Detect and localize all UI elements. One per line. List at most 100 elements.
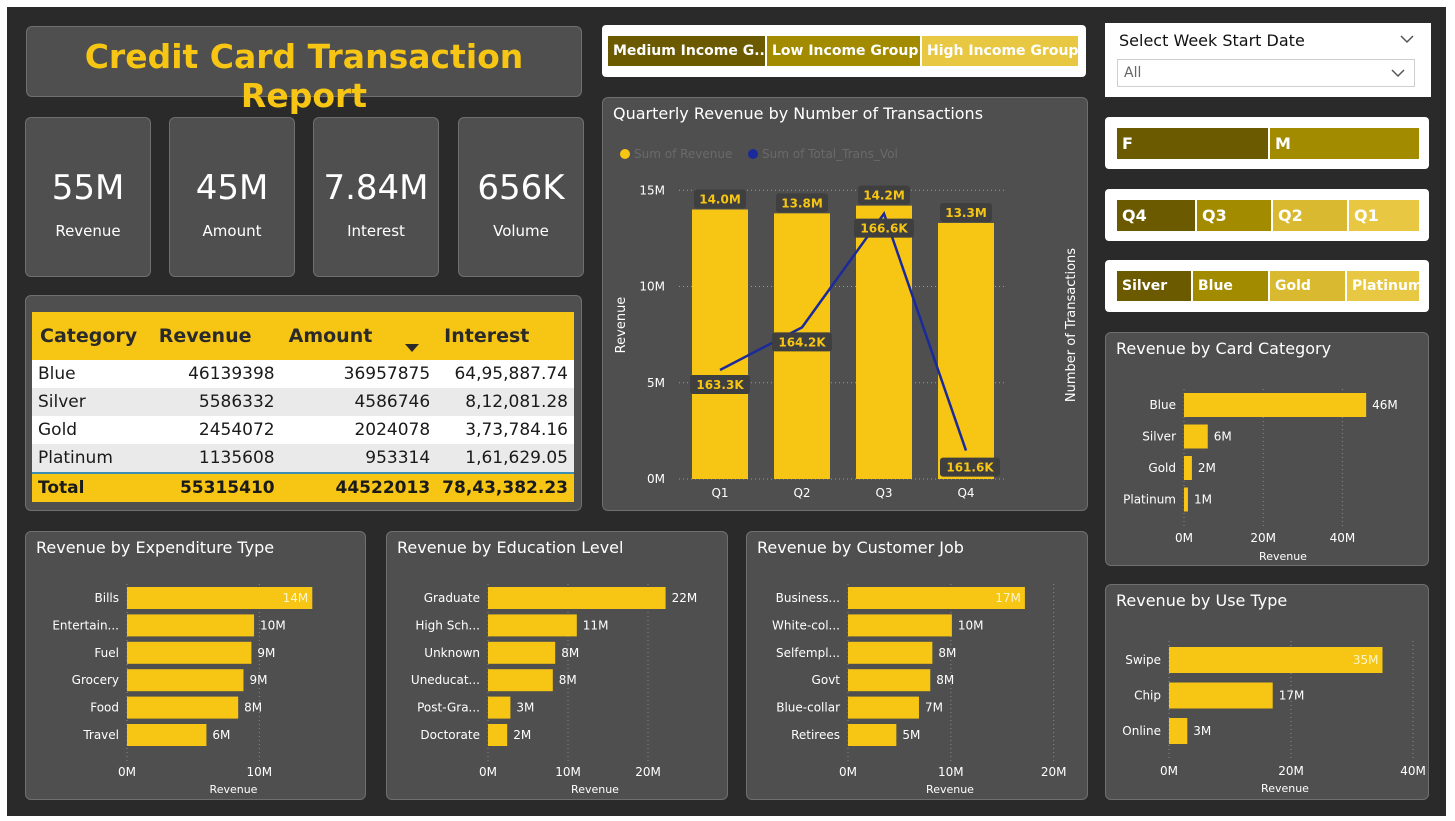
column-header[interactable]: Interest	[436, 312, 574, 360]
table-cell: 5586332	[150, 388, 281, 416]
bar	[848, 669, 931, 692]
quarterly-chart-card: Quarterly Revenue by Number of Transacti…	[602, 97, 1088, 511]
kpi-label: Revenue	[55, 222, 121, 240]
x-tick-label: 0M	[118, 765, 136, 779]
table-cell: 44522013	[280, 473, 437, 502]
legend-label: Sum of Total_Trans_Vol	[762, 147, 898, 161]
bar	[1184, 393, 1367, 417]
category-label: Post-Gra...	[417, 701, 480, 715]
bar	[127, 724, 207, 746]
column-header-sorted[interactable]: Amount	[280, 312, 437, 360]
table-total-row: Total 55315410 44522013 78,43,382.23	[32, 473, 574, 502]
kpi-revenue: 55M Revenue	[25, 117, 151, 277]
x-axis-label: Revenue	[1259, 550, 1307, 563]
x-tick-label: 40M	[1330, 531, 1356, 545]
x-tick-label: 0M	[839, 765, 857, 779]
bar	[1169, 682, 1273, 709]
kpi-interest: 7.84M Interest	[313, 117, 439, 277]
column-header[interactable]: Revenue	[150, 312, 281, 360]
x-axis-label: Revenue	[926, 783, 974, 796]
week-start-slicer: Select Week Start Date All	[1105, 23, 1431, 97]
quarter-segments: Q4 Q3 Q2 Q1	[1117, 200, 1419, 231]
table-cell: Platinum	[32, 444, 151, 473]
x-axis-label: Revenue	[210, 783, 258, 796]
category-label: Bills	[95, 591, 120, 605]
x-tick-label: 20M	[635, 765, 661, 779]
slicer-option[interactable]: Platinum	[1345, 271, 1419, 301]
y-tick-label: 0M	[647, 472, 665, 486]
slicer-option[interactable]: Q1	[1347, 200, 1419, 231]
data-label: 6M	[1214, 430, 1232, 444]
bar	[1184, 487, 1188, 512]
y-tick-label: 10M	[639, 280, 665, 294]
data-label: 10M	[260, 618, 286, 632]
category-label: Fuel	[94, 646, 119, 660]
x-tick-label: Q1	[711, 486, 728, 500]
table-cell: 64,95,887.74	[436, 360, 574, 388]
slicer-option[interactable]: F	[1117, 128, 1268, 159]
slicer-option[interactable]: Low Income Group	[765, 36, 920, 66]
chevron-down-icon[interactable]	[1399, 33, 1415, 45]
week-dropdown-value: All	[1124, 65, 1142, 81]
kpi-amount: 45M Amount	[169, 117, 295, 277]
table-cell: 2454072	[150, 416, 281, 444]
category-label: Grocery	[72, 673, 119, 687]
bar	[488, 724, 508, 746]
data-label: 2M	[1198, 461, 1216, 475]
x-tick-label: 40M	[1400, 764, 1426, 778]
table-cell: Blue	[32, 360, 151, 388]
week-dropdown[interactable]: All	[1117, 59, 1415, 87]
data-label: 10M	[958, 618, 984, 632]
data-label: 161.6K	[946, 461, 994, 475]
bar	[127, 614, 255, 637]
card-category-chart: 0M 20M 40M Blue 46M Silver 6M Gold 2M Platinum 1M R…	[1123, 389, 1398, 563]
education-chart: 0M 10M 20M Graduate 22M High Sch... 11M Unknown…	[411, 584, 697, 796]
column-header[interactable]: Category	[32, 312, 151, 360]
bar	[488, 587, 666, 609]
slicer-option[interactable]: Silver	[1117, 271, 1191, 301]
category-label: Swipe	[1125, 653, 1161, 667]
gender-slicer: FM	[1105, 117, 1429, 169]
category-label: Platinum	[1123, 493, 1176, 507]
x-tick-label: 20M	[1041, 765, 1067, 779]
category-label: Silver	[1142, 430, 1176, 444]
chart-title: Revenue by Use Type	[1116, 591, 1288, 610]
data-label: 35M	[1353, 653, 1379, 667]
sort-desc-icon	[404, 344, 419, 352]
card-category-chart-card: Revenue by Card Category 0M 20M 40M Blue 46M…	[1105, 332, 1429, 566]
slicer-option[interactable]: Q4	[1117, 200, 1195, 231]
table-cell: 55315410	[150, 473, 281, 502]
table-cell: Total	[32, 473, 151, 502]
slicer-option[interactable]: Q2	[1271, 200, 1347, 231]
table-cell: 2024078	[280, 416, 437, 444]
kpi-label: Interest	[347, 222, 405, 240]
slicer-option[interactable]: Gold	[1268, 271, 1345, 301]
expenditure-chart: 0M 10M Bills 14M Entertain... 10M Fuel 9M Grocer…	[52, 584, 313, 796]
slicer-option[interactable]: Medium Income G...	[608, 36, 765, 66]
x-tick-label: 10M	[938, 765, 964, 779]
table-row: Platinum 1135608 953314 1,61,629.05	[32, 444, 574, 473]
slicer-option[interactable]: High Income Group	[920, 36, 1078, 66]
bar	[488, 669, 553, 692]
data-label: 13.3M	[945, 206, 987, 220]
bar	[488, 614, 577, 637]
slicer-option[interactable]: M	[1268, 128, 1419, 159]
kpi-label: Volume	[493, 222, 549, 240]
table-cell: 36957875	[280, 360, 437, 388]
kpi-volume: 656K Volume	[458, 117, 584, 277]
y-axis-label: Revenue	[614, 297, 629, 354]
table-cell: 953314	[280, 444, 437, 473]
title-card: Credit Card Transaction Report	[26, 26, 582, 115]
slicer-option[interactable]: Q3	[1195, 200, 1271, 231]
bar	[127, 669, 244, 692]
data-label: 17M	[995, 591, 1021, 605]
report-canvas: Credit Card Transaction Report Medium In…	[7, 7, 1446, 816]
job-chart-card: Revenue by Customer Job 0M 10M 20M Business…	[746, 531, 1088, 800]
category-label: Online	[1122, 724, 1161, 738]
chart-title: Revenue by Customer Job	[757, 538, 964, 557]
category-label: High Sch...	[415, 618, 480, 632]
job-chart: 0M 10M 20M Business... 17M White-col... 10M Sel…	[772, 584, 1067, 796]
slicer-option[interactable]: Blue	[1191, 271, 1268, 301]
data-label: 8M	[936, 673, 954, 687]
data-label: 5M	[902, 728, 920, 742]
